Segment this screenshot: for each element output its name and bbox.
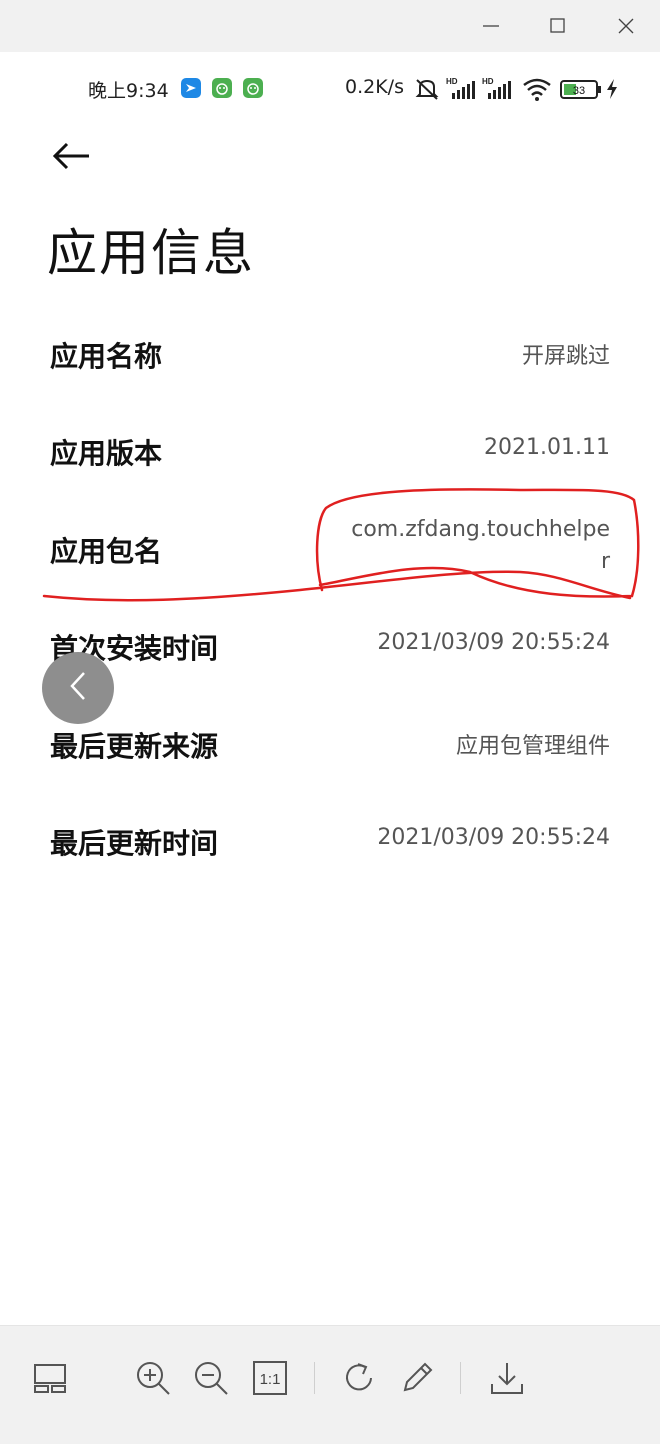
edit-icon[interactable] <box>397 1358 437 1398</box>
page-title: 应用信息 <box>47 224 255 282</box>
zoom-out-icon[interactable] <box>191 1358 231 1398</box>
row-value: 2021/03/09 20:55:24 <box>377 825 610 850</box>
row-value: 开屏跳过 <box>521 344 610 369</box>
status-time: 晚上9:34 <box>88 80 169 102</box>
info-row-last-update-time: 最后更新时间 2021/03/09 20:55:24 <box>0 822 660 882</box>
row-label: 应用版本 <box>50 437 163 470</box>
info-row-last-update-source: 最后更新来源 应用包管理组件 <box>0 725 660 785</box>
feishu-icon <box>181 78 201 98</box>
battery-level: 33 <box>573 85 585 97</box>
app-green-icon <box>212 78 232 98</box>
viewer-toolbar: 1:1 <box>0 1325 660 1444</box>
maximize-icon[interactable] <box>541 10 575 42</box>
floating-back-button[interactable] <box>42 652 114 724</box>
close-icon[interactable] <box>609 10 643 42</box>
wifi-icon <box>522 76 552 106</box>
svg-text:HD: HD <box>446 77 458 86</box>
actual-size-icon[interactable]: 1:1 <box>250 1358 290 1398</box>
thumbnail-layout-icon[interactable] <box>30 1358 70 1398</box>
minimize-icon[interactable] <box>474 10 508 42</box>
hd-signal-icon: HD <box>482 76 514 106</box>
info-row-app-version: 应用版本 2021.01.11 <box>0 432 660 492</box>
row-label: 最后更新时间 <box>50 827 219 860</box>
row-value: 2021/03/09 20:55:24 <box>377 630 610 655</box>
package-name-value: com.zfdang.touchhelper <box>351 517 610 574</box>
svg-text:HD: HD <box>482 77 494 86</box>
back-arrow-icon[interactable] <box>52 141 92 171</box>
row-label: 应用包名 <box>50 535 163 568</box>
charging-icon <box>605 76 619 106</box>
info-row-app-name: 应用名称 开屏跳过 <box>0 335 660 395</box>
zoom-in-icon[interactable] <box>133 1358 173 1398</box>
window-titlebar <box>0 0 660 52</box>
row-label: 最后更新来源 <box>50 730 219 763</box>
row-label: 应用名称 <box>50 340 163 373</box>
hd-signal-icon: HD <box>446 76 478 106</box>
row-value: 应用包管理组件 <box>455 734 610 759</box>
toolbar-divider <box>460 1362 461 1394</box>
row-value: 2021.01.11 <box>484 435 610 460</box>
rotate-icon[interactable] <box>339 1358 379 1398</box>
actual-size-label: 1:1 <box>260 1371 281 1388</box>
app-green-icon <box>243 78 263 98</box>
toolbar-divider <box>314 1362 315 1394</box>
status-bar: 晚上9:34 0.2K/s HD HD 33 <box>0 74 660 106</box>
network-speed: 0.2K/s <box>345 76 404 98</box>
download-icon[interactable] <box>487 1358 527 1398</box>
mute-icon <box>414 76 440 106</box>
battery-icon: 33 <box>560 76 604 106</box>
chevron-left-icon <box>66 670 90 706</box>
